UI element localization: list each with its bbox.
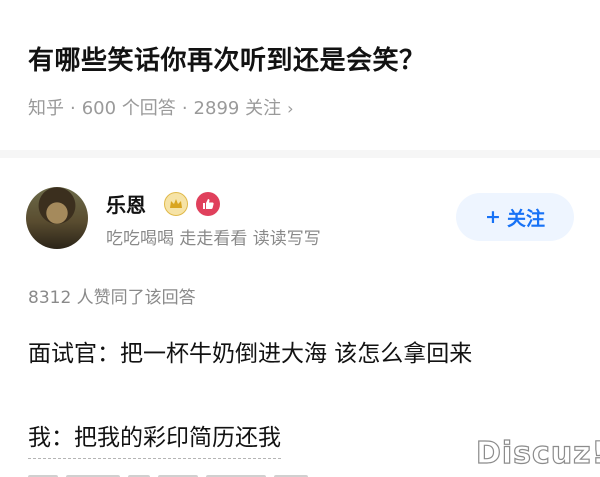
follower-count: 2899 关注 [193, 98, 282, 119]
author-bio: 吃吃喝喝 走走看看 读读写写 [106, 229, 321, 249]
thumbs-up-badge-icon[interactable] [196, 192, 220, 216]
vote-count: 8312 人赞同了该回答 [28, 288, 196, 308]
plus-icon: + [485, 206, 501, 228]
watermark: Discuz! [475, 435, 600, 471]
avatar[interactable] [26, 187, 88, 249]
section-divider [0, 150, 600, 158]
question-meta[interactable]: 知乎 · 600 个回答 · 2899 关注 › [28, 94, 293, 120]
answer-text-line: 我：把我的彩印简历还我 [28, 418, 281, 459]
separator-dot: · [181, 98, 188, 119]
author-name[interactable]: 乐恩 [106, 189, 146, 218]
separator-dot: · [70, 98, 76, 119]
answer-text-line: 面试官：把一杯牛奶倒进大海 该怎么拿回来 [28, 341, 473, 367]
answer-count: 600 个回答 [81, 98, 176, 119]
source-label: 知乎 [28, 98, 64, 119]
thumbs-up-icon [203, 199, 214, 209]
follow-label: 关注 [506, 207, 545, 230]
question-title[interactable]: 有哪些笑话你再次听到还是会笑？ [28, 40, 426, 77]
follow-button[interactable]: + 关注 [456, 193, 574, 241]
crown-icon [170, 199, 182, 208]
chevron-right-icon: › [287, 99, 294, 118]
crown-badge-icon[interactable] [164, 192, 188, 216]
truncated-text-row [28, 470, 408, 477]
